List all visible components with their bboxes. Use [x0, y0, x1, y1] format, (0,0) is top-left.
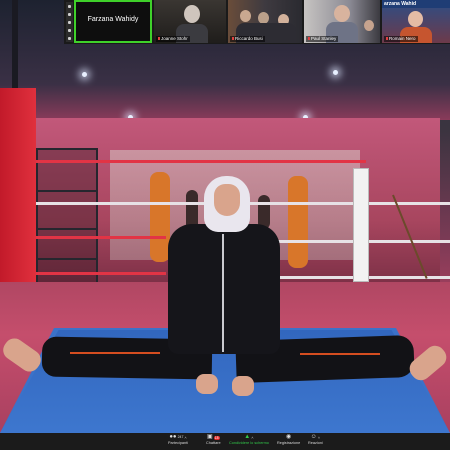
mic-muted-icon: [386, 37, 388, 41]
participants-label: Partecipanti: [168, 441, 189, 445]
equipment-shelf: [36, 148, 98, 288]
punching-bag: [150, 172, 170, 262]
record-label: Registrazione: [277, 441, 301, 445]
punching-bag: [288, 176, 308, 268]
share-screen-icon: ▲: [244, 434, 251, 440]
meeting-toolbar: ●● 247 ˄ Partecipanti ▣ 18 Chattare ▲ ˄ …: [0, 433, 450, 450]
ceiling-lamp: [333, 70, 338, 75]
participant-name: Joanne Stohr: [161, 36, 188, 41]
participant-tile[interactable]: Joanne Stohr: [154, 0, 226, 43]
mic-muted-icon: [232, 37, 234, 41]
zoom-meeting-window: Farzana Wahidy Joanne Stohr Riccardo Bus…: [0, 0, 450, 450]
chat-label: Chattare: [206, 441, 221, 445]
main-video-feed: [0, 0, 450, 433]
participant-tile-active[interactable]: Farzana Wahidy: [74, 0, 152, 43]
pillar: [12, 0, 18, 95]
red-wall-pad: [0, 88, 36, 306]
participant-video: [240, 10, 251, 22]
record-button[interactable]: ◉ Registrazione: [277, 434, 300, 446]
participant-video: [408, 11, 423, 27]
participants-button[interactable]: ●● 247 ˄ Partecipanti: [168, 434, 188, 446]
participant-video: [184, 5, 200, 23]
shared-banner-text: arzana Wahid: [384, 1, 417, 7]
mic-muted-icon: [308, 37, 310, 41]
ring-corner-post: [353, 168, 369, 282]
reactions-button[interactable]: ☺ ˄ Reazioni: [308, 434, 323, 446]
person-left-hand: [196, 374, 218, 394]
ring-rope: [36, 272, 166, 275]
chevron-up-icon[interactable]: ˄: [318, 434, 320, 441]
ceiling-lamp: [82, 72, 87, 77]
participant-name: Paul Stanley: [311, 36, 337, 41]
participant-name: Romain Nero: [389, 36, 416, 41]
participant-tile[interactable]: Paul Stanley: [304, 0, 380, 43]
participant-tile[interactable]: arzana Wahid Romain Nero: [382, 0, 450, 43]
reactions-label: Reazioni: [308, 441, 323, 445]
mic-muted-icon: [158, 37, 160, 41]
participant-name: Riccardo Busi: [235, 36, 263, 41]
participants-icon: ●●: [169, 434, 177, 440]
reactions-icon: ☺: [310, 434, 317, 440]
person-face: [214, 184, 240, 216]
ring-rope: [36, 160, 366, 163]
participant-count: 247: [177, 435, 184, 439]
chevron-up-icon[interactable]: ˄: [184, 434, 186, 441]
record-icon: ◉: [285, 434, 292, 440]
person-jacket: [168, 224, 280, 354]
gallery-pager[interactable]: [66, 2, 73, 42]
chevron-up-icon[interactable]: ˄: [251, 434, 253, 441]
chat-icon: ▣: [207, 434, 213, 440]
chat-button[interactable]: ▣ 18 Chattare: [206, 434, 221, 446]
person-right-hand: [232, 376, 254, 396]
participant-tile[interactable]: Riccardo Busi: [228, 0, 302, 43]
participant-video: [334, 5, 350, 22]
chat-unread-badge: 18: [213, 435, 220, 440]
participant-name: Farzana Wahidy: [87, 16, 139, 23]
ring-rope: [36, 236, 166, 239]
share-screen-label: Condividere lo schermo: [229, 441, 269, 445]
share-screen-button[interactable]: ▲ ˄ Condividere lo schermo: [229, 434, 269, 446]
